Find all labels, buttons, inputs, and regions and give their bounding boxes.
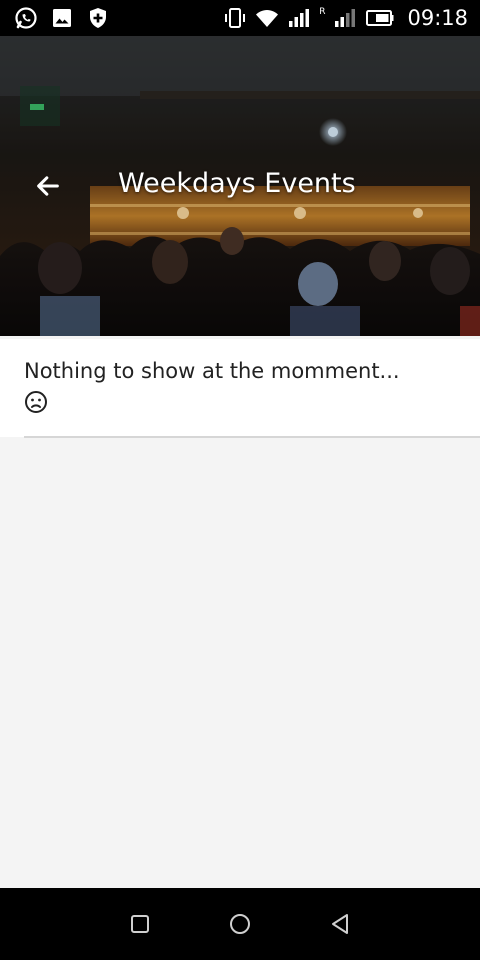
signal-roaming-icon: [333, 6, 357, 30]
screen: R 09:18 Weekdays Events Nothing to show …: [0, 0, 480, 960]
empty-state-card: Nothing to show at the momment...: [0, 339, 480, 438]
empty-state-message: Nothing to show at the momment...: [24, 359, 400, 383]
back-button[interactable]: [26, 166, 70, 206]
status-right-icons: R 09:18: [223, 6, 468, 30]
page-title: Weekdays Events: [118, 168, 356, 199]
roaming-indicator: R: [319, 7, 326, 17]
wifi-icon: [255, 6, 279, 30]
header: Weekdays Events: [0, 36, 480, 336]
back-icon: [332, 914, 348, 934]
system-back-button[interactable]: [320, 904, 360, 944]
recents-button[interactable]: [120, 904, 160, 944]
home-button[interactable]: [220, 904, 260, 944]
signal-icon: [287, 6, 311, 30]
recents-icon: [131, 915, 149, 933]
shield-plus-icon: [86, 6, 110, 30]
gallery-icon: [50, 6, 74, 30]
arrow-back-icon: [37, 176, 59, 196]
vibrate-icon: [223, 6, 247, 30]
status-left-icons: [14, 6, 110, 30]
navigation-bar: [0, 888, 480, 960]
battery-icon: [365, 6, 395, 30]
home-icon: [230, 914, 250, 934]
whatsapp-icon: [14, 6, 38, 30]
status-bar: R 09:18: [0, 0, 480, 36]
divider: [24, 436, 480, 438]
sad-face-icon: [25, 391, 47, 413]
status-clock: 09:18: [407, 6, 468, 30]
